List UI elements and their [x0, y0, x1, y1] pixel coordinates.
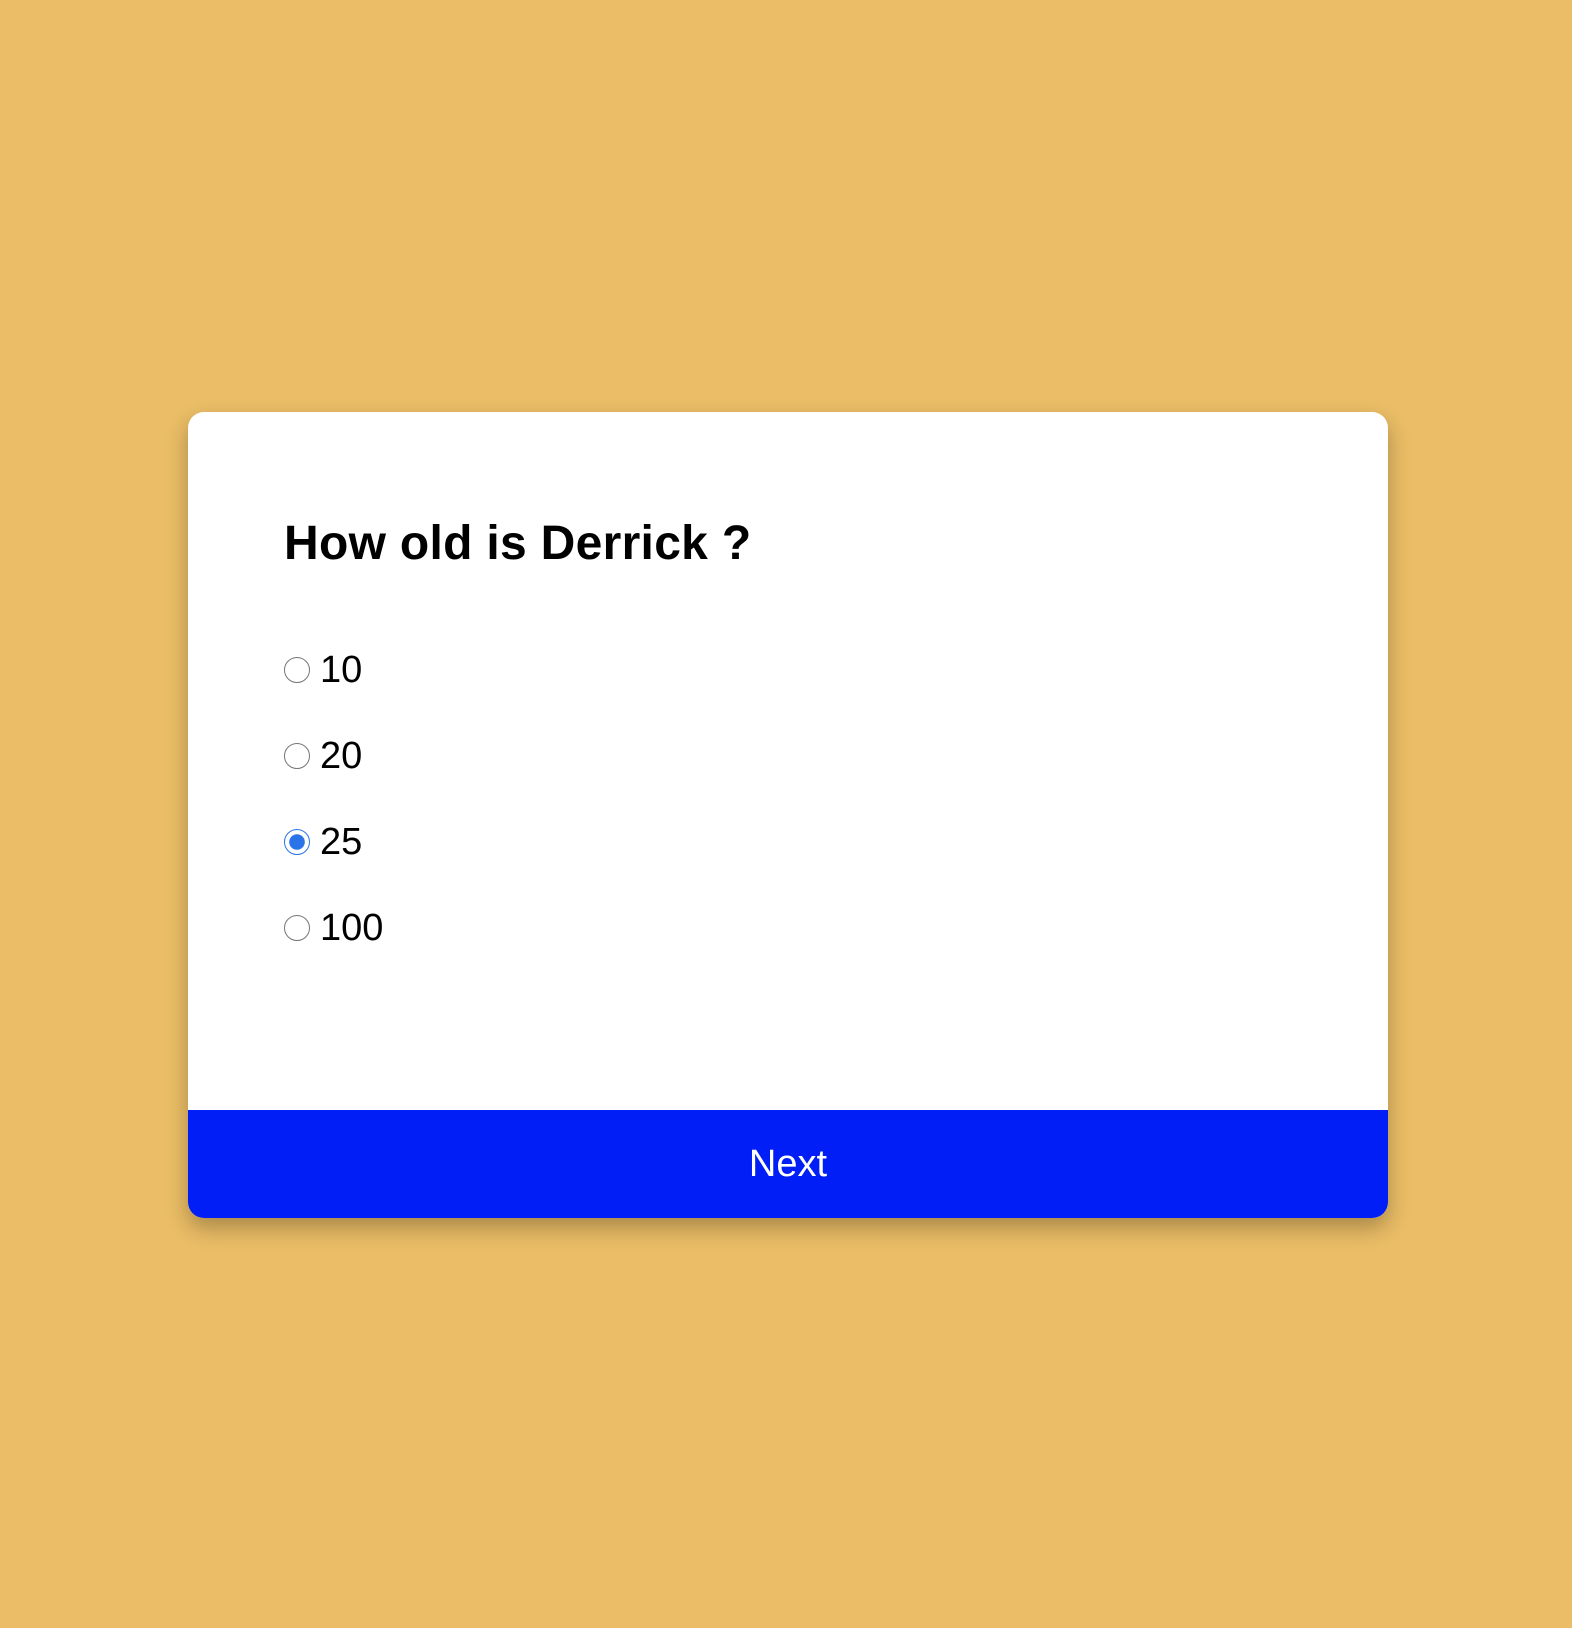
answer-option-2-radio[interactable]: [284, 743, 310, 769]
answer-option-2: 20: [284, 713, 1292, 799]
answer-option-4-text[interactable]: 100: [320, 906, 383, 950]
answer-option-1: 10: [284, 627, 1292, 713]
quiz-card: How old is Derrick ? 10 20 25 100 Next: [188, 412, 1388, 1218]
answer-option-1-radio[interactable]: [284, 657, 310, 683]
answer-option-4: 100: [284, 885, 1292, 971]
answer-option-2-label[interactable]: 20: [284, 734, 362, 778]
answer-option-1-text[interactable]: 10: [320, 648, 362, 692]
answer-option-3-label[interactable]: 25: [284, 820, 362, 864]
answer-option-4-label[interactable]: 100: [284, 906, 383, 950]
answer-option-2-text[interactable]: 20: [320, 734, 362, 778]
question-text: How old is Derrick ?: [284, 517, 752, 570]
answer-list: 10 20 25 100: [284, 627, 1292, 971]
answer-option-1-label[interactable]: 10: [284, 648, 362, 692]
answer-option-4-radio[interactable]: [284, 915, 310, 941]
page-background: How old is Derrick ? 10 20 25 100 Next: [0, 0, 1572, 1628]
answer-option-3-radio[interactable]: [284, 829, 310, 855]
quiz-body: How old is Derrick ? 10 20 25 100: [284, 516, 1292, 971]
next-button[interactable]: Next: [188, 1110, 1388, 1218]
answer-option-3: 25: [284, 799, 1292, 885]
answer-option-3-text[interactable]: 25: [320, 820, 362, 864]
